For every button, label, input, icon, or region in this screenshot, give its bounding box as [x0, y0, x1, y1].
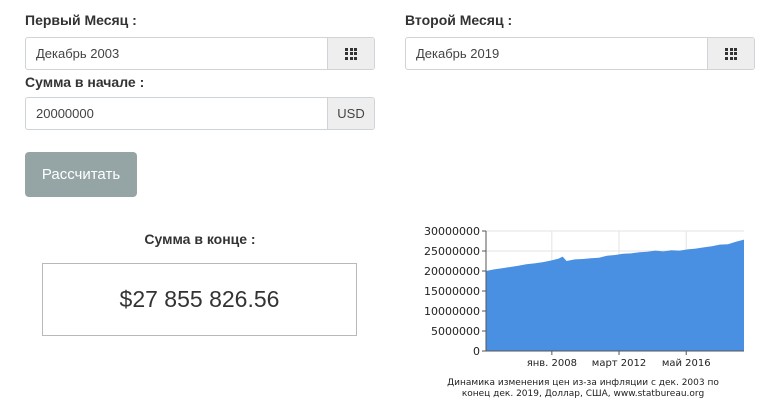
chart-caption-line-1: Динамика изменения цен из-за инфляции с …	[447, 378, 719, 388]
currency-addon: USD	[327, 98, 374, 129]
second-month-picker[interactable]: Декабрь 2019	[405, 37, 755, 70]
chart-caption-line-2: конец дек. 2019, Доллар, США, www.statbu…	[461, 389, 705, 399]
start-amount-label: Сумма в начале :	[25, 74, 145, 90]
calendar-grid-icon	[725, 47, 737, 60]
inflation-chart: 0 5000000 10000000 15000000 20000000 25000000…	[424, 225, 744, 369]
first-month-calendar-button[interactable]	[327, 38, 374, 69]
end-amount-label: Сумма в конце :	[144, 231, 256, 247]
second-month-calendar-button[interactable]	[707, 38, 754, 69]
first-month-input[interactable]: Декабрь 2003	[26, 38, 327, 69]
chart-caption: Динамика изменения цен из-за инфляции с …	[418, 378, 748, 400]
x-tick-label: март 2012	[592, 358, 646, 369]
calculate-button[interactable]: Рассчитать	[25, 152, 137, 197]
first-month-label: Первый Месяц :	[25, 12, 137, 28]
first-month-picker[interactable]: Декабрь 2003	[25, 37, 375, 70]
end-amount-value: $27 855 826.56	[42, 263, 357, 336]
y-tick-label: 30000000	[424, 225, 480, 238]
y-tick-label: 20000000	[424, 265, 480, 278]
calendar-grid-icon	[345, 47, 357, 60]
start-amount-field[interactable]: 20000000 USD	[25, 97, 375, 130]
y-tick-label: 5000000	[431, 325, 480, 338]
start-amount-input[interactable]: 20000000	[26, 98, 327, 129]
y-tick-label: 0	[473, 345, 480, 358]
y-tick-label: 25000000	[424, 245, 480, 258]
y-tick-label: 10000000	[424, 305, 480, 318]
second-month-label: Второй Месяц :	[405, 12, 513, 28]
x-tick-label: янв. 2008	[527, 358, 577, 369]
series-area	[486, 239, 744, 351]
second-month-input[interactable]: Декабрь 2019	[406, 38, 707, 69]
y-tick-label: 15000000	[424, 285, 480, 298]
x-tick-label: май 2016	[662, 358, 711, 369]
